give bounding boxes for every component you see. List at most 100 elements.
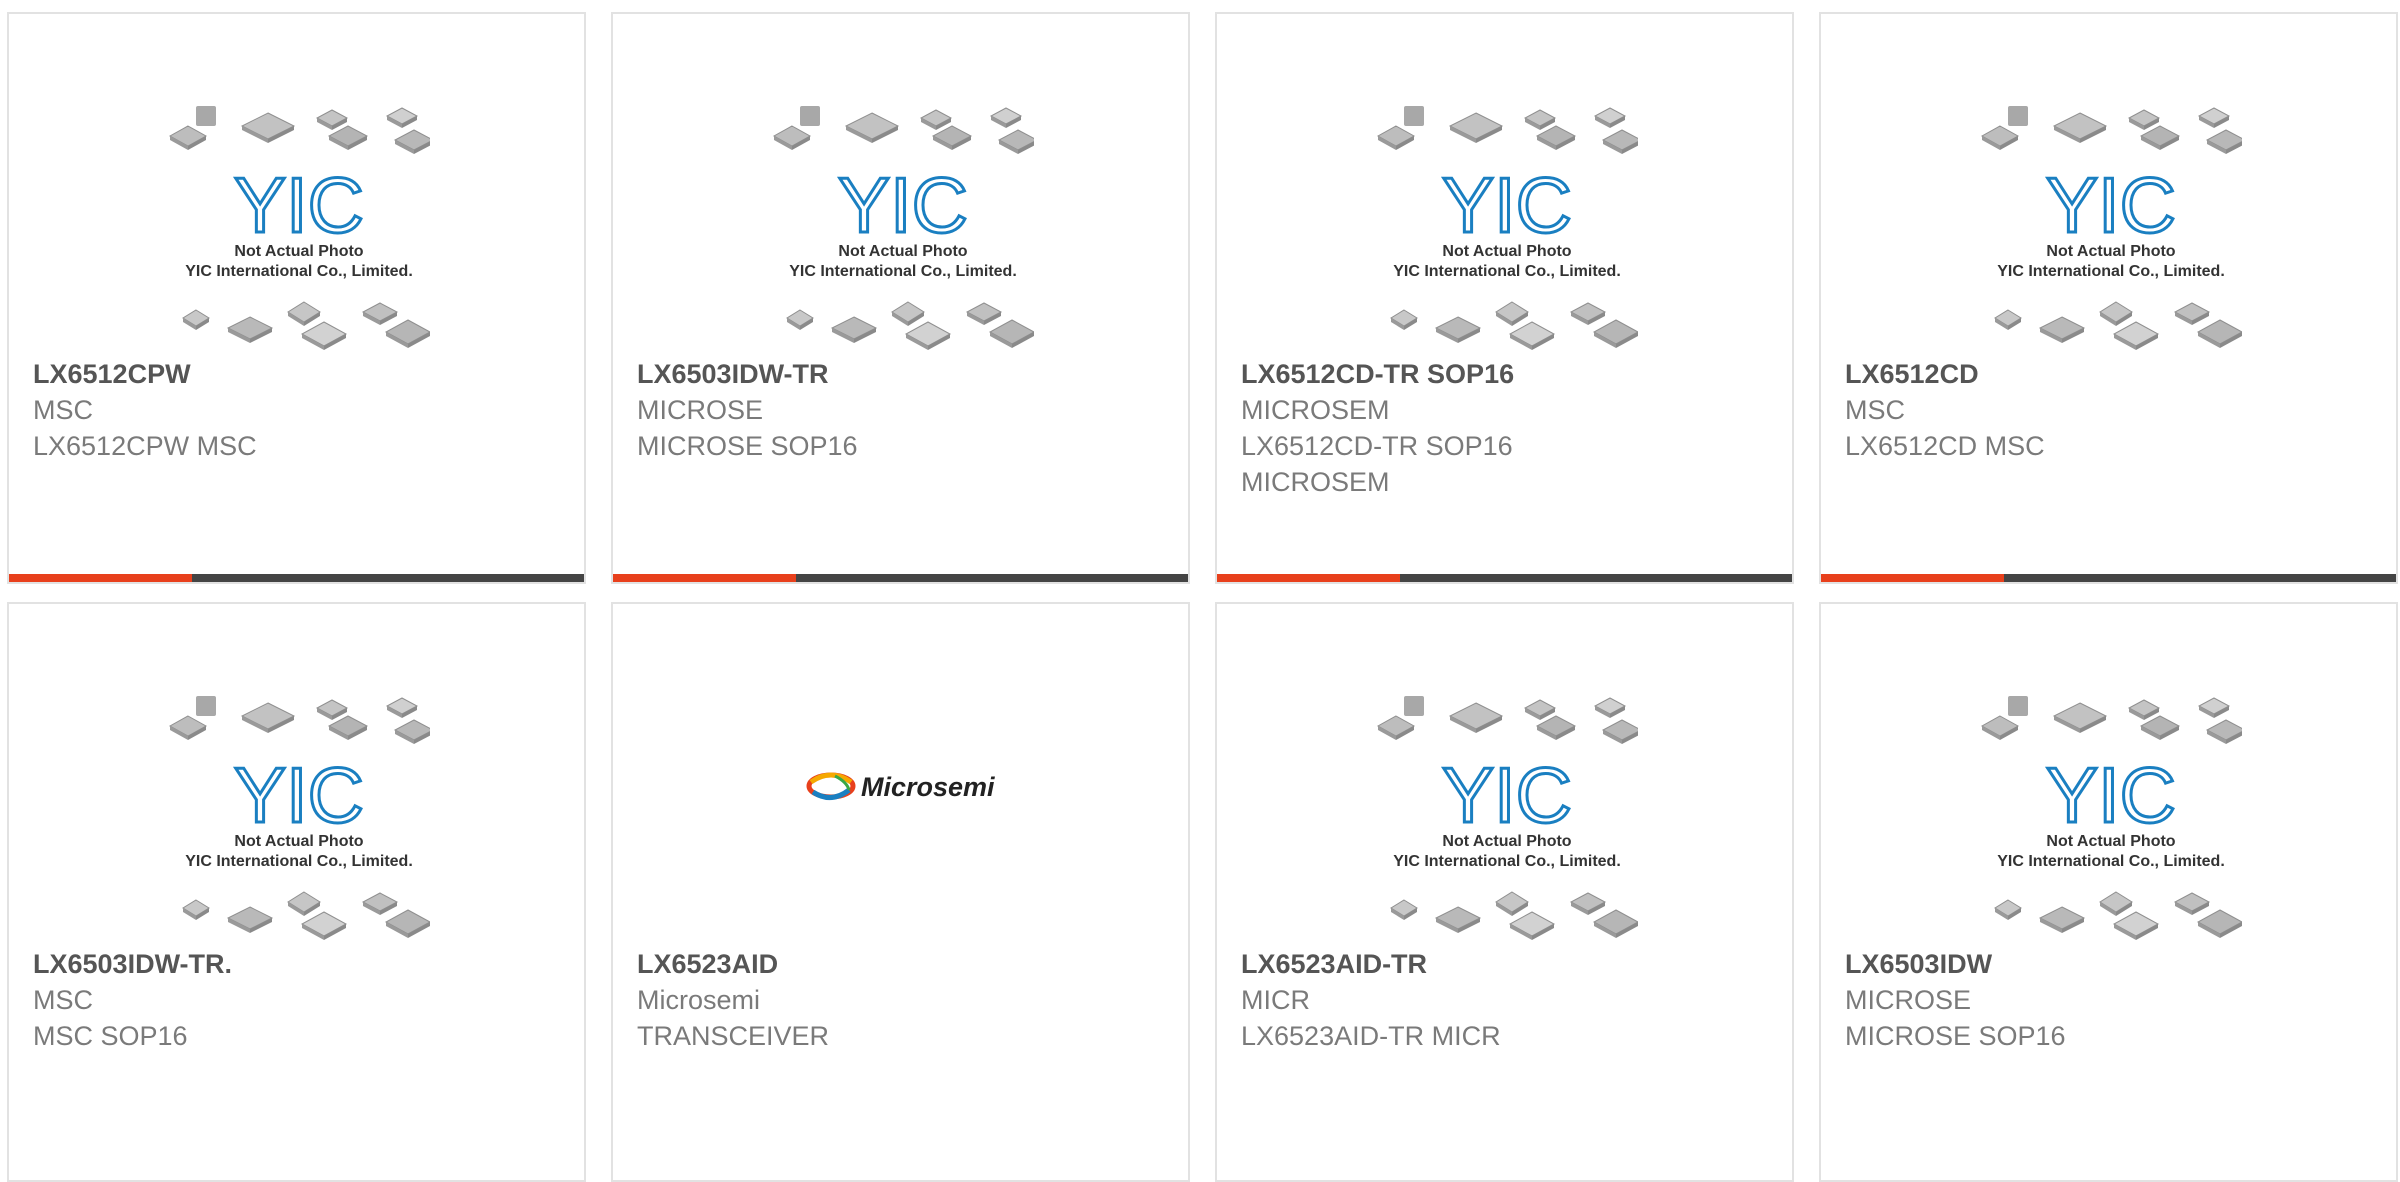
product-info: LX6523AID-TR MICR LX6523AID-TR MICR <box>1241 946 1776 1054</box>
description: LX6512CD-TR SOP16 MICROSEM <box>1241 431 1513 497</box>
product-card[interactable]: YIC Not Actual Photo YIC International Co.… <box>1819 602 2398 1182</box>
chip-icon <box>786 309 814 330</box>
chip-icon <box>300 911 348 940</box>
company-name-text: YIC International Co., Limited. <box>1997 263 2225 280</box>
part-number[interactable]: LX6503IDW <box>1845 946 2380 982</box>
product-info: LX6512CPW MSC LX6512CPW MSC <box>33 356 568 464</box>
product-card[interactable]: YIC Not Actual Photo YIC International Co.… <box>1215 12 1794 584</box>
chip-icon <box>2099 301 2133 326</box>
placeholder-svg: YICNot Actual Photo YIC International Co.… <box>1376 106 1638 350</box>
chip-icon <box>393 129 430 154</box>
chip-icon <box>384 319 430 348</box>
product-card[interactable]: YIC Not Actual Photo YIC International Co.… <box>7 12 586 584</box>
product-info: LX6512CD MSC LX6512CD MSC <box>1845 356 2380 464</box>
company-name-text: YIC International Co., Limited. <box>1997 853 2225 870</box>
part-number[interactable]: LX6503IDW-TR. <box>33 946 568 982</box>
chip-icon <box>196 696 216 716</box>
chip-icon <box>1376 715 1416 740</box>
not-actual-photo-image: YIC Not Actual Photo YIC International Co.… <box>168 106 430 354</box>
chip-icon <box>1593 697 1627 718</box>
product-info: LX6503IDW MICROSE MICROSE SOP16 <box>1845 946 2380 1054</box>
not-actual-photo-image: YIC Not Actual Photo YIC International Co.… <box>1376 696 1638 944</box>
not-actual-photo-image: YIC Not Actual Photo YIC International Co.… <box>772 106 1034 354</box>
description: MICROSE SOP16 <box>1845 1021 2066 1051</box>
part-number[interactable]: LX6503IDW-TR <box>637 356 1172 392</box>
yic-logo-text: YIC <box>234 161 364 249</box>
product-card[interactable]: Microsemi LX6523AID Microsemi TRANSCEIVE… <box>611 602 1190 1182</box>
placeholder-svg: YICNot Actual Photo YIC International Co.… <box>168 696 430 940</box>
product-info: LX6503IDW-TR. MSC MSC SOP16 <box>33 946 568 1054</box>
chip-icon <box>989 107 1023 128</box>
placeholder-svg: YICNot Actual Photo YIC International Co.… <box>772 106 1034 350</box>
chip-icon <box>2052 702 2108 733</box>
description: TRANSCEIVER <box>637 1021 830 1051</box>
chip-icon <box>2127 109 2161 130</box>
company-name-text: YIC International Co., Limited. <box>185 263 413 280</box>
chip-icon <box>2038 906 2086 933</box>
part-number[interactable]: LX6512CD-TR SOP16 <box>1241 356 1776 392</box>
microsemi-logo-text: Microsemi <box>861 772 995 802</box>
part-number[interactable]: LX6523AID-TR <box>1241 946 1776 982</box>
description: LX6523AID-TR MICR <box>1241 1021 1501 1051</box>
chip-icon <box>2173 892 2211 915</box>
brand: MICROSE <box>1845 985 1972 1015</box>
company-name-text: YIC International Co., Limited. <box>185 853 413 870</box>
not-actual-photo-text: Not Actual Photo <box>2046 243 2175 260</box>
chip-icon <box>168 125 208 150</box>
chip-icon <box>1495 301 1529 326</box>
card-accent-bar <box>1821 574 2396 582</box>
chip-icon <box>1434 316 1482 343</box>
chip-icon <box>919 109 953 130</box>
chip-icon <box>2139 125 2181 150</box>
chip-icon <box>1569 892 1607 915</box>
chip-icon <box>2139 715 2181 740</box>
chip-icon <box>1508 911 1556 940</box>
brand: MSC <box>33 395 93 425</box>
description: LX6512CD MSC <box>1845 431 2045 461</box>
chip-icon <box>1390 899 1418 920</box>
chip-icon <box>385 697 419 718</box>
chip-icon <box>1523 699 1557 720</box>
company-name-text: YIC International Co., Limited. <box>1393 853 1621 870</box>
part-number[interactable]: LX6512CD <box>1845 356 2380 392</box>
product-info: LX6512CD-TR SOP16 MICROSEM LX6512CD-TR S… <box>1241 356 1776 500</box>
not-actual-photo-image: YIC Not Actual Photo YIC International Co.… <box>1980 106 2242 354</box>
chip-icon <box>168 715 208 740</box>
placeholder-svg: YICNot Actual Photo YIC International Co.… <box>1980 696 2242 940</box>
chip-icon <box>1508 321 1556 350</box>
brand: Microsemi <box>637 985 761 1015</box>
not-actual-photo-text: Not Actual Photo <box>838 243 967 260</box>
chip-icon <box>2038 316 2086 343</box>
chip-icon <box>327 125 369 150</box>
part-number[interactable]: LX6523AID <box>637 946 1172 982</box>
chip-icon <box>1390 309 1418 330</box>
not-actual-photo-text: Not Actual Photo <box>234 833 363 850</box>
part-number[interactable]: LX6512CPW <box>33 356 568 392</box>
not-actual-photo-text: Not Actual Photo <box>1442 243 1571 260</box>
chip-icon <box>182 309 210 330</box>
chip-icon <box>1404 106 1424 126</box>
brand: MSC <box>33 985 93 1015</box>
product-card[interactable]: YIC Not Actual Photo YIC International Co.… <box>1819 12 2398 584</box>
chip-icon <box>997 129 1034 154</box>
brand: MICROSE <box>637 395 764 425</box>
chip-icon <box>315 109 349 130</box>
description: LX6512CPW MSC <box>33 431 257 461</box>
company-name-text: YIC International Co., Limited. <box>1393 263 1621 280</box>
placeholder-svg: YICNot Actual Photo YIC International Co.… <box>1980 106 2242 350</box>
chip-icon <box>226 906 274 933</box>
chip-icon <box>2205 129 2242 154</box>
chip-icon <box>361 302 399 325</box>
chip-icon <box>1434 906 1482 933</box>
product-grid: YIC Not Actual Photo YIC International Co.… <box>0 0 2400 1182</box>
product-card[interactable]: YIC Not Actual Photo YIC International Co.… <box>1215 602 1794 1182</box>
product-card[interactable]: YIC Not Actual Photo YIC International Co.… <box>611 12 1190 584</box>
chip-icon <box>1448 112 1504 143</box>
chip-icon <box>1448 702 1504 733</box>
chip-icon <box>1980 125 2020 150</box>
chip-icon <box>2099 891 2133 916</box>
card-accent-bar <box>1217 574 1792 582</box>
chip-icon <box>240 112 296 143</box>
product-card[interactable]: YIC Not Actual Photo YIC International Co.… <box>7 602 586 1182</box>
chip-icon <box>1535 125 1577 150</box>
